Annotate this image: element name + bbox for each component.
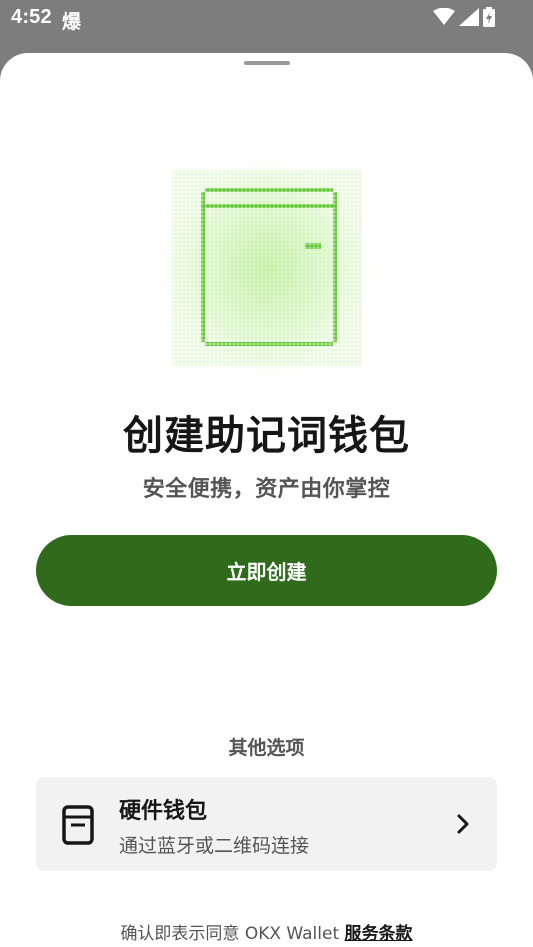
chevron-right-icon	[457, 814, 469, 834]
other-options-label: 其他选项	[228, 737, 305, 759]
hardware-wallet-description: 通过蓝牙或二维码连接	[119, 835, 310, 857]
hardware-wallet-icon	[62, 805, 94, 845]
create-now-button[interactable]: 立即创建	[36, 535, 497, 606]
wifi-icon	[433, 8, 455, 25]
drag-handle[interactable]	[244, 61, 290, 65]
terms-text: 确认即表示同意 OKX Wallet 服务条款	[0, 919, 533, 944]
pixel-wallet-icon	[150, 148, 384, 388]
battery-charging-icon	[483, 7, 495, 27]
terms-prefix: 确认即表示同意 OKX Wallet	[120, 924, 345, 944]
notification-app-icon: 爆	[62, 11, 82, 33]
hardware-wallet-option[interactable]: 硬件钱包 通过蓝牙或二维码连接	[36, 777, 497, 871]
status-bar: 4:52 爆	[0, 0, 533, 40]
page-subtitle: 安全便携，资产由你掌控	[142, 477, 391, 502]
status-time: 4:52	[11, 6, 52, 28]
hardware-wallet-title: 硬件钱包	[119, 799, 208, 824]
cellular-signal-icon	[459, 8, 479, 26]
bottom-sheet: 创建助记词钱包 安全便携，资产由你掌控 立即创建 其他选项 硬件钱包 通过蓝牙或…	[0, 53, 533, 947]
page-title: 创建助记词钱包	[123, 413, 410, 459]
terms-of-service-link[interactable]: 服务条款	[345, 924, 413, 944]
status-icons	[433, 7, 495, 27]
